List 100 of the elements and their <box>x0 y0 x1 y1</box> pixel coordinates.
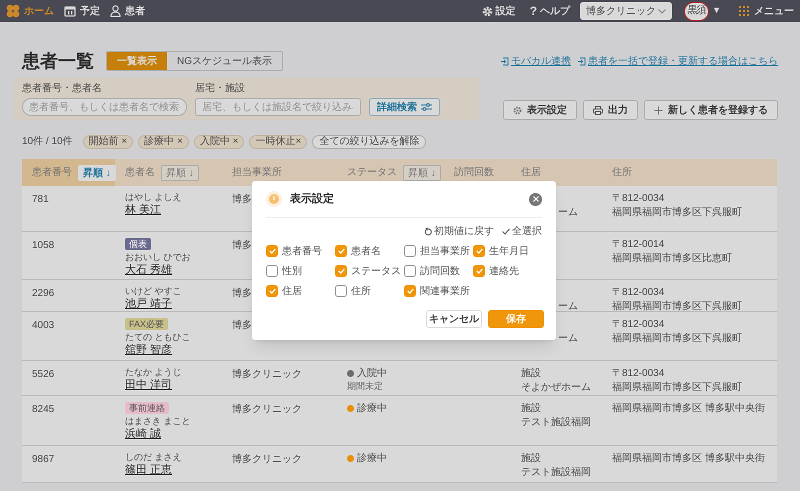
filter-chip[interactable]: 一時休止× <box>249 134 308 148</box>
clinic-select-value: 博多クリニック <box>586 4 656 18</box>
checkbox[interactable] <box>266 285 278 297</box>
placeholder: 患者番号、もしくは患者名で検索 <box>29 100 179 114</box>
patient-name-link[interactable]: 田中 洋司 <box>125 378 172 392</box>
close-button[interactable] <box>529 192 542 206</box>
help-label: ヘルプ <box>540 4 570 18</box>
column-label: 訪問回数 <box>454 166 494 180</box>
column-label: ステータス <box>347 166 397 180</box>
checkbox[interactable] <box>266 245 278 257</box>
patient-name-link[interactable]: 大石 秀雄 <box>125 263 172 277</box>
option-label: 生年月日 <box>489 244 529 258</box>
table-cell-text: 福岡県福岡市博多区下呉服町 <box>612 381 743 395</box>
table-cell: ーム <box>558 206 578 220</box>
field-label: 居宅・施設 <box>195 82 246 96</box>
checkbox[interactable] <box>473 265 485 277</box>
import-link[interactable]: モバカル連携 <box>500 54 571 68</box>
table-cell: 博多クリニック <box>232 454 302 465</box>
nav-tab[interactable]: 予定 <box>64 4 100 18</box>
patient-name-link[interactable]: 林 美江 <box>125 203 162 217</box>
column-label: 住所 <box>612 166 632 180</box>
patient-name-link[interactable]: 篠田 正恵 <box>125 463 172 477</box>
check-icon <box>338 268 344 274</box>
filter-chip[interactable]: 入院中 × <box>194 134 244 148</box>
table-cell: 1058 <box>32 240 54 251</box>
table-cell: 8245 <box>32 404 54 415</box>
table-cell-text: 〒812-0014 <box>612 238 666 252</box>
patient-name-link[interactable]: 池戸 靖子 <box>125 297 172 311</box>
table-cell: 博多クリニック <box>232 404 302 415</box>
checkbox[interactable] <box>335 245 347 257</box>
help-link[interactable]: ? ヘルプ <box>530 2 570 20</box>
import-icon <box>577 56 586 66</box>
name-reading: たての ともひこ <box>125 332 191 343</box>
patient-tag: 事前連絡 <box>125 402 169 414</box>
table-cell-text: 福岡県福岡市博多区下呉服町 <box>612 300 743 311</box>
settings-icon <box>482 6 493 16</box>
check-icon <box>268 288 276 294</box>
select-all-button[interactable]: 全選択 <box>502 224 542 239</box>
option-label: 住居 <box>282 284 302 298</box>
filter-chip[interactable]: 診療中 × <box>138 134 189 148</box>
table-cell-text: 福岡県福岡市博多区比恵町 <box>612 252 733 266</box>
filter-chip[interactable]: 開始前 × <box>82 134 134 148</box>
checkbox[interactable] <box>335 265 347 277</box>
checkbox[interactable] <box>473 245 485 257</box>
checkmark-icon <box>502 228 510 235</box>
option-label: 性別 <box>282 264 302 278</box>
placeholder: 居宅、もしくは施設名で絞り込み <box>202 100 352 114</box>
table-cell-text: 福岡県福岡市博多区 博多駅中央街 <box>612 402 766 416</box>
column-label: 患者名 <box>125 166 155 180</box>
checkbox[interactable] <box>404 265 416 277</box>
table-cell: 施設 <box>521 367 541 381</box>
table-cell: 博多 <box>232 288 252 299</box>
help-icon: ? <box>530 2 538 20</box>
table-cell: 博多 <box>232 240 252 251</box>
option-label: 患者番号 <box>282 244 322 258</box>
toolbar-button[interactable]: 表示設定 <box>503 100 577 120</box>
checkbox[interactable] <box>404 285 416 297</box>
table-cell: 4003 <box>32 320 54 331</box>
sort-button[interactable]: 昇順 ↓ <box>78 164 116 180</box>
info-icon <box>266 191 282 207</box>
import-link[interactable]: 患者を一括で登録・更新する場合はこちら <box>577 54 778 68</box>
status-label: 診療中 <box>357 402 387 415</box>
option-label: 担当事業所 <box>420 244 470 258</box>
menu-link[interactable]: メニュー <box>739 4 794 18</box>
table-cell: 博多 <box>232 194 252 205</box>
name-reading: たなか ようじ <box>125 367 182 378</box>
table-cell: 博多 <box>232 320 252 331</box>
clear-filters-button[interactable]: 全ての絞り込みを解除 <box>312 134 426 148</box>
caret-icon[interactable]: ▼ <box>712 4 721 18</box>
checkbox[interactable] <box>404 245 416 257</box>
toolbar-button[interactable]: 出力 <box>583 100 638 120</box>
printer-icon <box>593 106 603 114</box>
check-icon <box>268 248 276 254</box>
table-cell: テスト施設福岡 <box>521 416 591 430</box>
option-label: 患者名 <box>351 244 381 258</box>
user-avatar[interactable]: 黒須 <box>684 2 710 20</box>
patient-name-link[interactable]: 舘野 智彦 <box>125 343 172 357</box>
reset-button[interactable]: 初期値に戻す <box>424 224 494 239</box>
result-count: 10件 / 10件 <box>22 135 73 149</box>
name-reading: はまさき まこと <box>125 416 191 427</box>
person-icon <box>110 5 121 17</box>
patient-tag: 個表 <box>125 238 151 250</box>
name-reading: おおいし ひでお <box>125 252 191 263</box>
clinic-select[interactable]: 博多クリニック <box>580 2 672 20</box>
table-cell-text: 〒812-0034 <box>612 367 666 381</box>
cancel-button[interactable]: キャンセル <box>426 310 482 328</box>
patient-name-link[interactable]: 浜崎 誠 <box>125 427 162 441</box>
patient-tag: FAX必要 <box>125 318 168 330</box>
settings-link[interactable]: 設定 <box>482 4 516 18</box>
checkbox[interactable] <box>266 265 278 277</box>
toolbar-button[interactable]: 新しく患者を登録する <box>644 100 778 120</box>
advanced-search-button[interactable]: 詳細検索 <box>369 98 440 116</box>
plus-icon <box>654 106 663 114</box>
table-cell-text: 〒812-0034 <box>612 286 666 300</box>
column-label: 住居 <box>521 166 541 180</box>
nav-tab[interactable]: 患者 <box>110 4 145 18</box>
table-cell: ーム <box>558 332 578 346</box>
checkbox[interactable] <box>335 285 347 297</box>
name-reading: はやし よしえ <box>125 192 182 203</box>
table-cell: 781 <box>32 194 49 205</box>
